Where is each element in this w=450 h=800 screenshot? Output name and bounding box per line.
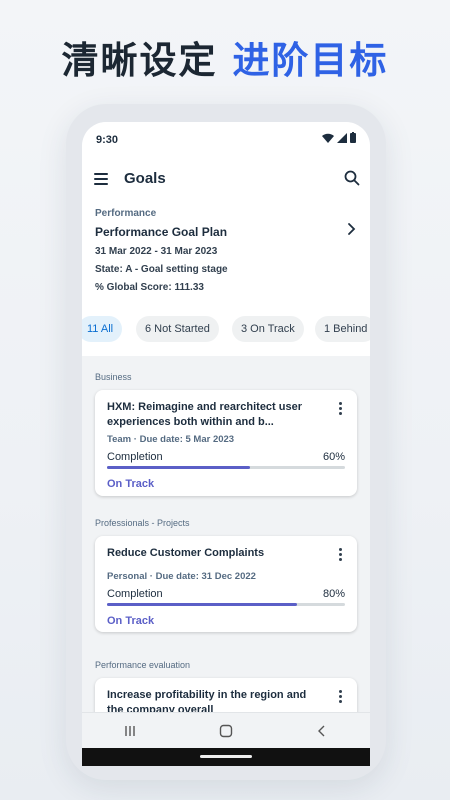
more-options-icon[interactable] (333, 688, 347, 708)
status-bar: 9:30 (82, 122, 370, 158)
progress-fill (107, 603, 298, 606)
section-label-professionals-projects: Professionals - Projects (95, 518, 190, 528)
goal-type: Personal (107, 571, 148, 582)
progress-row: Completion 60% (107, 451, 345, 463)
progress-value: 80% (322, 588, 345, 600)
goal-title: Reduce Customer Complaints (107, 547, 265, 559)
goal-meta: Team · Due date: 5 Mar 2023 (107, 434, 235, 445)
home-indicator (200, 755, 252, 758)
recents-icon[interactable] (115, 721, 145, 741)
back-icon[interactable] (307, 721, 337, 741)
app-bar: Goals (82, 158, 370, 200)
plan-category: Performance (95, 208, 157, 219)
goal-card[interactable]: HXM: Reimagine and rearchitect user expe… (95, 390, 357, 496)
system-nav-bar (82, 712, 370, 748)
filter-chip-behind[interactable]: 1 Behind (315, 316, 370, 342)
page-title: Goals (124, 170, 166, 187)
filter-chip-all[interactable]: 11 All (82, 316, 123, 342)
home-indicator-bar (82, 748, 370, 766)
chevron-right-icon[interactable] (347, 222, 356, 236)
goal-status: On Track (107, 615, 155, 627)
goal-title: HXM: Reimagine and rearchitect user expe… (107, 401, 303, 428)
filter-chip-not-started[interactable]: 6 Not Started (136, 316, 219, 342)
app-screen: 9:30 Goals Performance Performance Goal … (82, 122, 370, 766)
section-label-performance-evaluation: Performance evaluation (95, 660, 191, 670)
headline-accent: 进阶目标 (232, 39, 389, 82)
plan-name: Performance Goal Plan (95, 225, 228, 239)
filter-chip-on-track[interactable]: 3 On Track (232, 316, 304, 342)
progress-value: 60% (322, 451, 345, 463)
goal-card[interactable]: Reduce Customer Complaints Personal · Du… (95, 536, 357, 632)
plan-dates: 31 Mar 2022 - 31 Mar 2023 (95, 246, 218, 257)
goal-type: Team (107, 434, 132, 445)
goal-due-date: Due date: 5 Mar 2023 (139, 434, 235, 445)
progress-label: Completion (107, 451, 163, 463)
headline-main: 清晰设定 (61, 39, 233, 82)
more-options-icon[interactable] (333, 400, 347, 420)
status-icons (322, 132, 356, 143)
plan-state: State: A - Goal setting stage (95, 264, 228, 275)
goal-status: On Track (107, 478, 155, 490)
goal-plan-header[interactable]: Performance Performance Goal Plan 31 Mar… (82, 200, 370, 312)
home-icon[interactable] (211, 721, 241, 741)
progress-row: Completion 80% (107, 588, 345, 600)
more-options-icon[interactable] (333, 546, 347, 566)
wifi-icon (322, 133, 334, 143)
progress-bar (107, 466, 345, 469)
battery-icon (350, 132, 356, 143)
section-label-business: Business (95, 372, 132, 382)
hamburger-menu-icon[interactable] (94, 173, 108, 185)
signal-icon (337, 133, 347, 143)
plan-score: % Global Score: 111.33 (95, 282, 204, 293)
progress-label: Completion (107, 588, 163, 600)
goal-due-date: Due date: 31 Dec 2022 (155, 571, 256, 582)
search-icon[interactable] (344, 170, 360, 186)
goal-meta: Personal · Due date: 31 Dec 2022 (107, 571, 256, 582)
filter-chip-bar: 11 All 6 Not Started 3 On Track 1 Behind (82, 312, 370, 356)
promo-headline: 清晰设定 进阶目标 (0, 30, 450, 84)
status-time: 9:30 (96, 134, 119, 146)
phone-frame: 9:30 Goals Performance Performance Goal … (66, 104, 386, 780)
progress-fill (107, 466, 250, 469)
progress-bar (107, 603, 345, 606)
